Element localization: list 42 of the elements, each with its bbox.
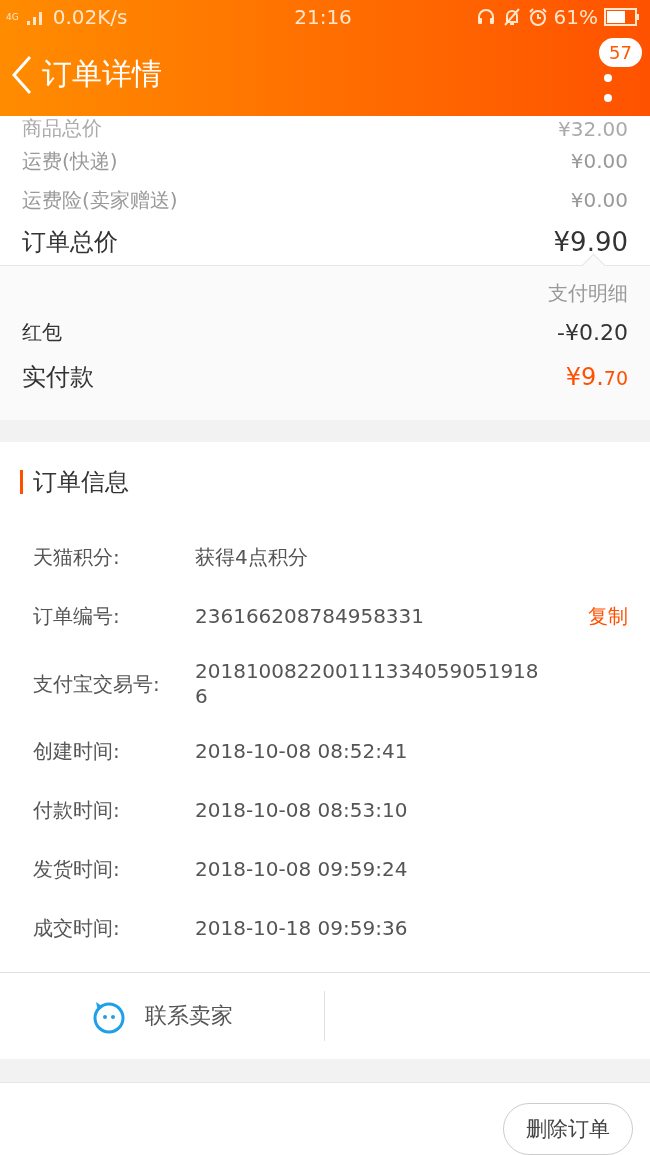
info-label: 成交时间: xyxy=(33,915,121,943)
price-value: ¥0.00 xyxy=(570,149,628,174)
info-label: 支付宝交易号: xyxy=(33,670,161,698)
info-label: 订单编号: xyxy=(33,603,121,631)
contact-seller-button[interactable]: 联系卖家 xyxy=(0,991,325,1042)
alarm-icon xyxy=(527,7,548,27)
network-label: 4G xyxy=(6,12,19,22)
delete-order-button[interactable]: 删除订单 xyxy=(503,1103,633,1155)
clock: 21:16 xyxy=(294,5,352,29)
info-value: 2018100822001113340590519186 xyxy=(195,659,540,710)
price-label: 运费(快递) xyxy=(22,147,118,175)
headset-icon xyxy=(475,7,496,27)
info-label: 发货时间: xyxy=(33,856,121,884)
payment-value: -¥0.20 xyxy=(557,320,628,346)
info-label: 创建时间: xyxy=(33,738,121,766)
price-label: 商品总价 xyxy=(22,115,102,143)
payment-label: 红包 xyxy=(22,319,62,347)
message-badge: 57 xyxy=(599,38,642,67)
payment-value: ¥9.70 xyxy=(565,362,628,391)
info-value: 2018-10-08 08:52:41 xyxy=(195,739,409,765)
info-label: 天猫积分: xyxy=(33,544,121,572)
battery-percent: 61% xyxy=(553,5,598,29)
back-icon[interactable] xyxy=(10,54,34,95)
battery-icon xyxy=(604,8,640,26)
info-value: 获得4点积分 xyxy=(195,545,309,571)
price-value: ¥0.00 xyxy=(570,188,628,213)
section-title: 订单信息 xyxy=(33,467,129,499)
price-value: ¥32.00 xyxy=(558,116,628,141)
bell-off-icon xyxy=(501,7,522,27)
payment-label: 实付款 xyxy=(22,361,94,393)
info-value: 2018-10-08 08:53:10 xyxy=(195,798,409,824)
price-label: 订单总价 xyxy=(22,227,118,259)
payment-detail-label: 支付明细 xyxy=(548,280,628,308)
price-label: 运费险(卖家赠送) xyxy=(22,186,178,214)
info-value: 2018-10-08 09:59:24 xyxy=(195,857,409,883)
info-label: 付款时间: xyxy=(33,797,121,825)
network-speed: 0.02K/s xyxy=(52,5,128,29)
price-value: ¥9.90 xyxy=(553,227,628,258)
more-icon[interactable] xyxy=(604,74,612,104)
page-title: 订单详情 xyxy=(42,55,162,94)
info-value: 2018-10-18 09:59:36 xyxy=(195,916,409,942)
info-value: 236166208784958331 xyxy=(195,604,426,630)
